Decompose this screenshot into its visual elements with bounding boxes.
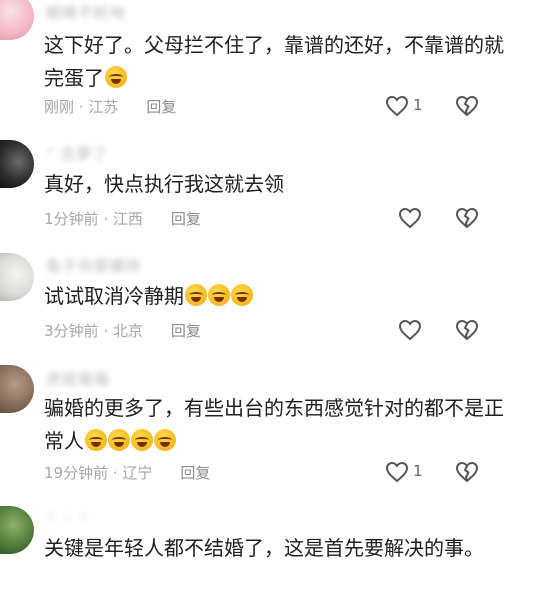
reply-button[interactable]: 回复 xyxy=(146,98,176,116)
broken-heart-icon xyxy=(456,462,478,482)
comment-text-body: 试试取消冷静期 xyxy=(44,284,184,308)
like-count: 1 xyxy=(413,462,423,480)
comment-location: 江西 xyxy=(112,210,143,228)
comment-text: 关键是年轻人都不结婚了，这是首先要解决的事。 xyxy=(44,532,514,565)
reply-button[interactable]: 回复 xyxy=(180,464,210,482)
comment-meta: 1分钟前 · 江西 回复 xyxy=(44,210,201,228)
laugh-cry-emoji-icon xyxy=(185,284,207,306)
laugh-cry-emoji-icon xyxy=(231,284,253,306)
comment-text: 骗婚的更多了，有些出台的东西感觉针对的都不是正常人 xyxy=(44,392,514,458)
like-button[interactable] xyxy=(398,207,422,229)
reply-button[interactable]: 回复 xyxy=(171,322,201,340)
laugh-cry-emoji-icon xyxy=(105,66,127,88)
username[interactable]: “ 吉萝了 xyxy=(46,143,109,164)
broken-heart-icon xyxy=(456,320,478,340)
like-button[interactable] xyxy=(398,319,422,341)
comment-time: 1分钟前 xyxy=(44,210,99,228)
laugh-cry-emoji-icon xyxy=(208,284,230,306)
comment-text: 真好，快点执行我这就去领 xyxy=(44,168,514,201)
like-button[interactable] xyxy=(385,461,409,483)
laugh-cry-emoji-icon xyxy=(154,429,176,451)
comment-meta: 19分钟前 · 辽宁 回复 xyxy=(44,464,211,482)
broken-heart-icon xyxy=(456,96,478,116)
comment-meta: 刚刚 · 江苏 回复 xyxy=(44,98,177,116)
broken-heart-icon xyxy=(456,208,478,228)
avatar[interactable] xyxy=(0,253,34,301)
heart-outline-icon xyxy=(398,319,422,341)
comment-location: 江苏 xyxy=(88,98,119,116)
avatar[interactable] xyxy=(0,0,34,40)
username[interactable]: 虎妞猫猫 xyxy=(46,368,110,389)
avatar[interactable] xyxy=(0,506,34,554)
avatar[interactable] xyxy=(0,365,34,413)
comment-location: 北京 xyxy=(112,322,143,340)
heart-outline-icon xyxy=(385,461,409,483)
dislike-button[interactable] xyxy=(455,207,479,229)
avatar[interactable] xyxy=(0,140,34,188)
heart-outline-icon xyxy=(385,95,409,117)
dislike-button[interactable] xyxy=(455,319,479,341)
comment-time: 刚刚 xyxy=(44,98,75,116)
heart-outline-icon xyxy=(398,207,422,229)
comment-meta: 3分钟前 · 北京 回复 xyxy=(44,322,201,340)
comment-location: 辽宁 xyxy=(122,464,153,482)
like-count: 1 xyxy=(413,96,423,114)
comment-text: 这下好了。父母拦不住了，靠谱的还好，不靠谱的就完蛋了 xyxy=(44,29,514,95)
dislike-button[interactable] xyxy=(455,95,479,117)
username[interactable]: 眼睛不眨地 xyxy=(46,2,126,23)
username[interactable]: 兔子你那模样 xyxy=(46,255,142,276)
comment-text: 试试取消冷静期 xyxy=(44,280,514,313)
comment-text-body: 关键是年轻人都不结婚了，这是首先要解决的事。 xyxy=(44,536,484,560)
comment-time: 19分钟前 xyxy=(44,464,109,482)
reply-button[interactable]: 回复 xyxy=(171,210,201,228)
comment-text-body: 真好，快点执行我这就去领 xyxy=(44,172,284,196)
dislike-button[interactable] xyxy=(455,461,479,483)
laugh-cry-emoji-icon xyxy=(85,429,107,451)
laugh-cry-emoji-icon xyxy=(131,429,153,451)
like-button[interactable] xyxy=(385,95,409,117)
laugh-cry-emoji-icon xyxy=(108,429,130,451)
username[interactable]: ∵ ∴ ∵ xyxy=(46,508,89,526)
comment-time: 3分钟前 xyxy=(44,322,99,340)
